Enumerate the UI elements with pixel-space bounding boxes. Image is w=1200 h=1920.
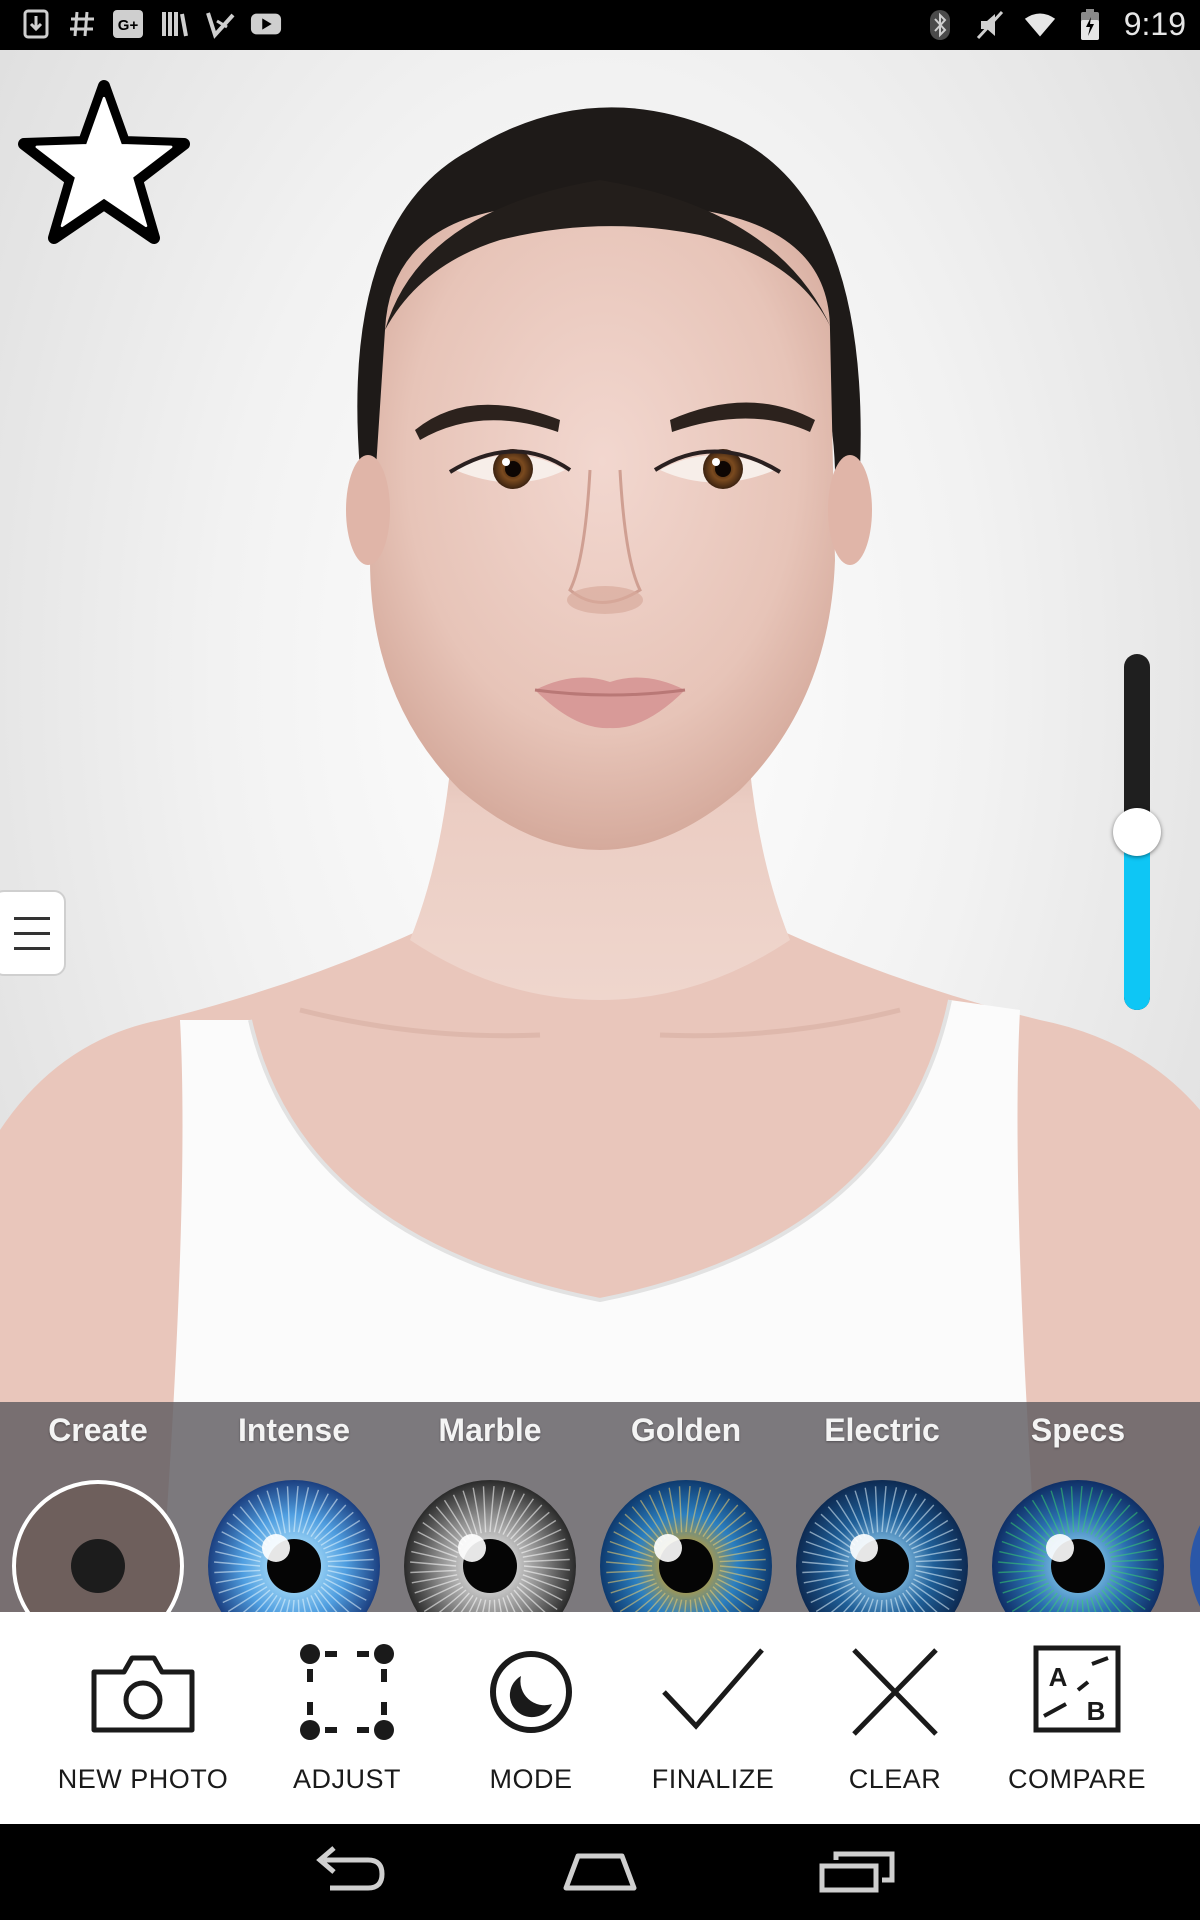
- bottom-toolbar: NEW PHOTO ADJUST MODE FINALIZE CLEAR A B: [0, 1612, 1200, 1824]
- hamburger-icon[interactable]: [0, 890, 66, 976]
- home-icon[interactable]: [552, 1842, 648, 1902]
- lens-label: Intense: [237, 1412, 351, 1448]
- lens-item-marble[interactable]: Marble: [392, 1402, 588, 1612]
- svg-text:G+: G+: [118, 17, 139, 34]
- face: [370, 202, 835, 850]
- slider-fill: [1124, 832, 1150, 1010]
- mute-icon: [974, 9, 1006, 41]
- lens-item-next[interactable]: [1190, 1478, 1200, 1612]
- photo-canvas[interactable]: Create Intense Marble Golden Electric Specs: [0, 50, 1200, 1612]
- bluetooth-icon: [924, 9, 956, 41]
- lens-label: Golden: [630, 1412, 742, 1448]
- lens-label: Electric: [824, 1412, 940, 1448]
- star-outline-icon[interactable]: [14, 72, 194, 252]
- camera-icon: [91, 1655, 195, 1733]
- status-bar: G+ 9:19: [0, 0, 1200, 50]
- clear-button[interactable]: CLEAR: [804, 1612, 986, 1824]
- intensity-slider[interactable]: [1113, 654, 1161, 1010]
- clock: 9:19: [1123, 6, 1186, 42]
- lens-label: Specs: [1030, 1412, 1126, 1448]
- lens-item-create[interactable]: Create: [0, 1402, 196, 1612]
- svg-text:B: B: [1087, 1696, 1106, 1726]
- lens-picker[interactable]: Create Intense Marble Golden Electric Specs: [0, 1402, 1200, 1612]
- compare-button[interactable]: A B COMPARE: [986, 1612, 1168, 1824]
- lens-swatch[interactable]: [990, 1478, 1166, 1612]
- play-store-icon: [204, 8, 236, 40]
- lens-item-intense[interactable]: Intense: [196, 1402, 392, 1612]
- lens-label: Marble: [438, 1412, 542, 1448]
- portrait-photo: [0, 107, 1200, 1612]
- system-icons: 9:19: [924, 6, 1186, 43]
- compare-icon: A B: [1033, 1645, 1121, 1733]
- lens-swatch[interactable]: [794, 1478, 970, 1612]
- google-plus-icon: G+: [112, 8, 144, 40]
- lens-item-specs[interactable]: Specs: [980, 1402, 1176, 1612]
- adjust-button[interactable]: ADJUST: [256, 1612, 438, 1824]
- lens-swatch[interactable]: [206, 1478, 382, 1612]
- mode-icon: [490, 1651, 572, 1733]
- mode-button[interactable]: MODE: [440, 1612, 622, 1824]
- slider-thumb[interactable]: [1113, 808, 1161, 856]
- lens-swatch[interactable]: [598, 1478, 774, 1612]
- lens-item-golden[interactable]: Golden: [588, 1402, 784, 1612]
- hashtag-icon: [66, 8, 98, 40]
- svg-text:A: A: [1049, 1662, 1068, 1692]
- lens-label: Create: [48, 1412, 148, 1448]
- wifi-icon: [1024, 9, 1056, 41]
- notification-icons: G+: [20, 8, 282, 40]
- adjust-icon: [300, 1644, 394, 1740]
- lens-item-electric[interactable]: Electric: [784, 1402, 980, 1612]
- checkmark-icon: [662, 1648, 764, 1730]
- close-icon: [852, 1648, 938, 1736]
- lens-swatch[interactable]: [402, 1478, 578, 1612]
- download-icon: [20, 8, 52, 40]
- navigation-bar: [0, 1824, 1200, 1920]
- finalize-button[interactable]: FINALIZE: [622, 1612, 804, 1824]
- youtube-icon: [250, 8, 282, 40]
- lens-swatch[interactable]: [10, 1478, 186, 1612]
- back-icon[interactable]: [296, 1842, 392, 1902]
- recents-icon[interactable]: [808, 1842, 904, 1902]
- new-photo-button[interactable]: NEW PHOTO: [52, 1612, 234, 1824]
- battery-icon: [1074, 8, 1106, 41]
- library-icon: [158, 8, 190, 40]
